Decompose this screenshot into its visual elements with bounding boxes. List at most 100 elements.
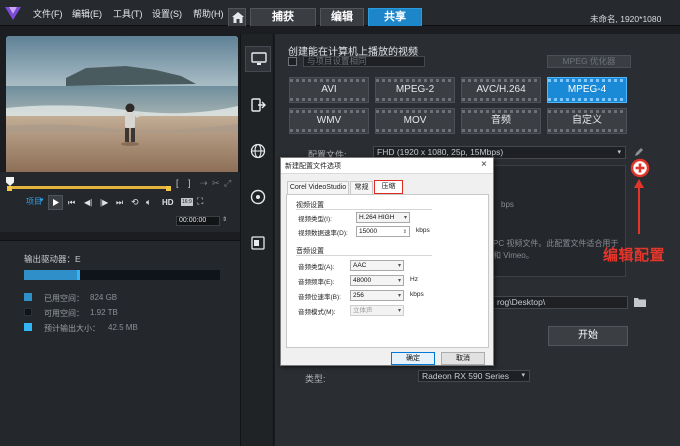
trim-range [10,186,170,189]
dialog-tab-compression[interactable]: 压缩 [374,180,403,194]
mark-out-icon[interactable]: ] [188,178,191,188]
mpeg-optimizer-button[interactable]: MPEG 优化器 [547,55,631,68]
description-fragment-text-2: 和 Vimeo。 [493,251,534,260]
browse-folder-icon[interactable] [633,296,647,308]
project-info: 未命名, 1920*1080 [590,14,662,24]
audio-type-dropdown[interactable]: AAC ▾ [350,260,404,271]
format-avi[interactable]: AVI [289,77,369,103]
share-category-column [240,34,274,446]
estimate-size-value: 42.5 MB [108,323,138,332]
audio-frequency-dropdown[interactable]: 48000 ▾ [350,275,404,286]
video-bitrate-value: 15000 [359,228,378,235]
menu-edit[interactable]: 编辑(E) [72,7,102,20]
go-start-icon[interactable]: ⏮ [68,198,75,208]
match-project-dropdown[interactable]: 与项目设置相同 [303,56,425,67]
volume-icon[interactable]: 🔈︎ [146,197,151,208]
dialog-tab-general[interactable]: 常规 [350,181,373,194]
dialog-tab-corel[interactable]: Corel VideoStudio [287,181,349,194]
tab-share[interactable]: 共享 [368,8,422,26]
audio-mode-label: 音频模式(M): [298,309,336,316]
3d-video-icon[interactable] [249,234,267,252]
used-space-label: 已用空间： [44,294,84,303]
play-icon [53,199,59,206]
go-end-icon[interactable]: ⏭ [116,198,123,208]
next-frame-icon[interactable]: |▶ [100,198,108,207]
estimate-size-label: 预计输出大小： [44,324,100,333]
audio-mode-value: 立体声 [353,307,373,314]
computer-category-button[interactable] [245,46,271,72]
menu-help[interactable]: 帮助(H) [193,7,224,20]
new-profile-options-dialog: 新建配置文件选项 × Corel VideoStudio 常规 压缩 视频设置 … [280,157,494,366]
annotation-arrow-icon [634,179,644,234]
expand-icon[interactable]: ⤢ [224,178,231,189]
output-path-field[interactable]: rog\Desktop\ [493,296,628,309]
format-avc-h264[interactable]: AVC/H.264 [461,77,541,103]
pencil-icon[interactable] [633,146,645,158]
hd-button[interactable]: HD [162,198,174,207]
audio-bitrate-chevron-icon: ▾ [397,293,401,299]
used-space-value: 824 GB [90,293,118,302]
dialog-ok-button[interactable]: 确定 [391,352,435,365]
menu-tools[interactable]: 工具(T) [113,7,143,20]
timecode-stepper-icon[interactable]: ⇕ [222,216,227,223]
repeat-icon[interactable]: ⟲ [131,197,139,208]
format-mov[interactable]: MOV [375,108,455,134]
mark-in-icon[interactable]: [ [176,178,179,188]
tab-capture[interactable]: 捕获 [250,8,316,26]
audio-bitrate-label: 音频位速率(B): [298,294,341,301]
audio-group-divider [296,255,432,256]
audio-bitrate-unit: kbps [410,291,424,298]
trim-out-handle[interactable] [166,186,171,191]
video-type-dropdown[interactable]: H.264 HIGH ▾ [356,212,410,223]
menu-settings[interactable]: 设置(S) [152,7,182,20]
fullscreen-icon[interactable]: ⛶ [197,196,203,207]
audio-frequency-chevron-icon: ▾ [397,278,401,284]
start-button[interactable]: 开始 [548,326,628,346]
encoder-chevron-icon: ▾ [521,372,525,379]
format-wmv[interactable]: WMV [289,108,369,134]
format-custom[interactable]: 自定义 [547,108,627,134]
video-bitrate-stepper-icon[interactable]: ⇕ [403,228,407,237]
playhead-handle[interactable] [6,177,14,186]
encoder-dropdown[interactable]: Radeon RX 590 Series ▾ [418,370,530,382]
split-icon[interactable]: ⇢ [200,178,208,189]
cut-icon[interactable]: ✂ [212,178,220,189]
preview-image [6,36,238,174]
menu-file[interactable]: 文件(F) [33,7,63,20]
format-mpeg2[interactable]: MPEG-2 [375,77,455,103]
add-profile-icon[interactable] [630,158,650,178]
monitor-icon [251,52,267,65]
tab-home[interactable] [228,8,246,26]
drive-usage-estimate [77,270,80,280]
encoder-value: Radeon RX 590 Series [422,371,509,381]
tab-edit[interactable]: 编辑 [320,8,364,26]
format-mpeg4[interactable]: MPEG-4 [547,77,627,103]
drive-usage-bar [24,270,220,280]
trim-in-handle[interactable] [7,186,12,191]
disc-icon[interactable] [249,188,267,206]
annotation-label: 编辑配置 [603,247,666,264]
output-drive-label: 输出驱动器：E [24,254,81,264]
play-button[interactable] [48,195,63,210]
drive-usage-free [77,270,220,280]
description-fragment-bitrate: bps [501,200,514,209]
description-fragment-text: PC 视频文件。此配置文件适合用于 [493,239,619,248]
aspect-ratio-button[interactable]: 16:9 [181,198,193,206]
device-export-icon[interactable] [249,96,267,114]
used-legend-swatch [24,293,32,301]
video-bitrate-input[interactable]: 15000 ⇕ [356,226,410,237]
format-audio[interactable]: 音频 [461,108,541,134]
preview-window [6,36,238,174]
dialog-close-icon[interactable]: × [481,159,487,170]
prev-frame-icon[interactable]: ◀| [84,198,92,207]
timecode-field[interactable]: 00:00:00 [176,216,220,226]
output-drive-panel: 输出驱动器：E 已用空间： 824 GB 可用空间： 1.92 TB 预计输出大… [0,240,240,446]
audio-bitrate-dropdown[interactable]: 256 ▾ [350,290,404,301]
web-globe-icon[interactable] [249,142,267,160]
drive-usage-used [24,270,77,280]
audio-frequency-label: 音频频率(E): [298,279,335,286]
match-project-checkbox[interactable] [288,57,297,66]
output-path-value: rog\Desktop\ [497,297,546,307]
app-logo-icon [5,7,21,20]
dialog-cancel-button[interactable]: 取消 [441,352,485,365]
